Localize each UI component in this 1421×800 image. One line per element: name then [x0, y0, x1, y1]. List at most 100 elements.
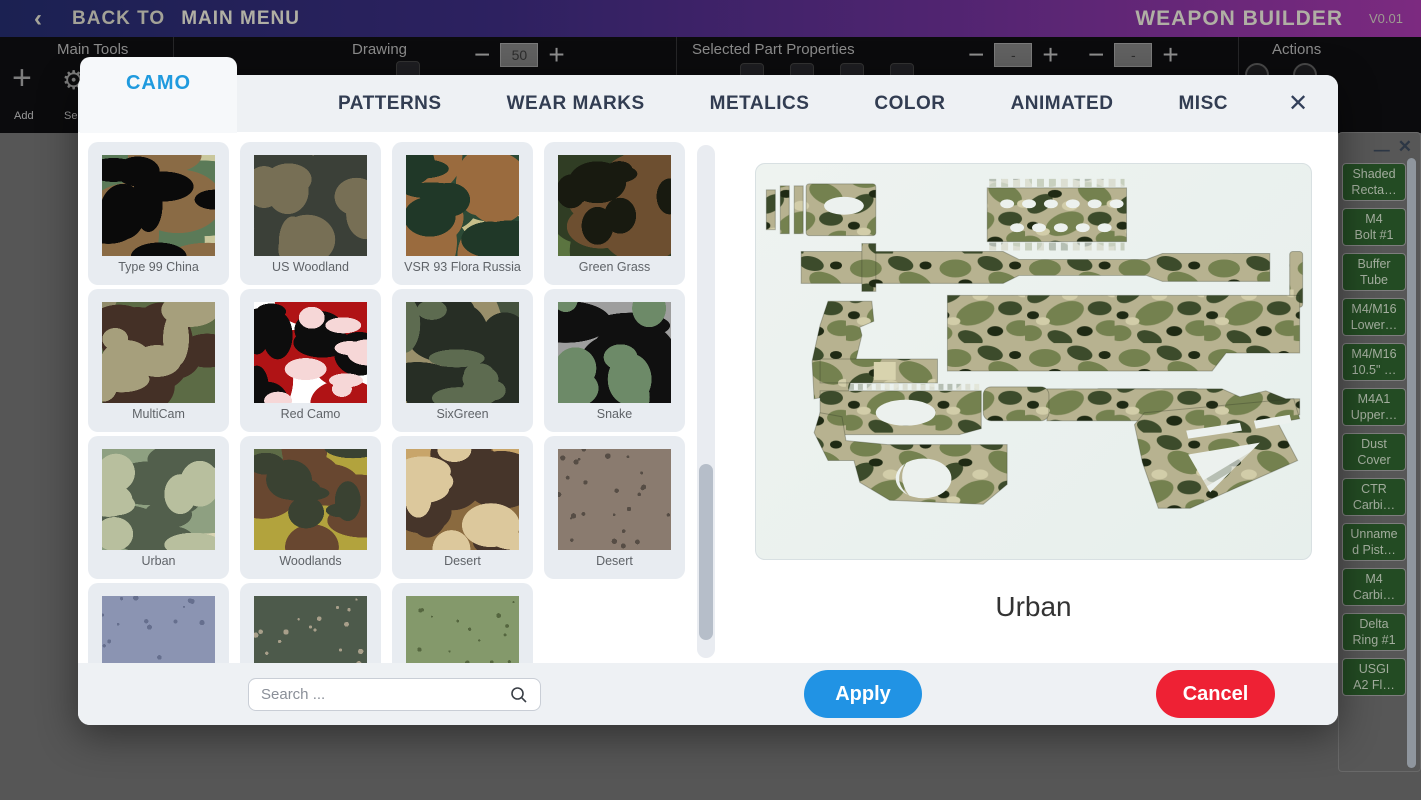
tab-color[interactable]: COLOR — [874, 93, 945, 115]
close-icon[interactable]: ✕ — [1398, 137, 1412, 157]
part-buffer-tube — [947, 295, 1299, 371]
camo-label: SixGreen — [392, 407, 533, 421]
part-button[interactable]: Unname d Pist… — [1342, 523, 1406, 561]
camo-card-unnamed-12[interactable] — [88, 583, 229, 663]
search-icon — [510, 686, 528, 704]
part-button[interactable]: Delta Ring #1 — [1342, 613, 1406, 651]
camo-card-woodlands[interactable]: Woodlands — [240, 436, 381, 579]
app-title: WEAPON BUILDER — [1135, 7, 1343, 31]
tab-wear-marks[interactable]: WEAR MARKS — [507, 93, 645, 115]
camo-card-urban[interactable]: Urban — [88, 436, 229, 579]
parts-panel-titlebar: — ✕ — [1339, 133, 1420, 161]
camo-card-desert[interactable]: Desert — [544, 436, 685, 579]
part-button[interactable]: Buffer Tube — [1342, 253, 1406, 291]
camo-swatch — [406, 449, 519, 550]
part-button[interactable]: USGI A2 Fl… — [1342, 658, 1406, 696]
part-button[interactable]: Shaded Recta… — [1342, 163, 1406, 201]
main-menu-link[interactable]: MAIN MENU — [181, 8, 300, 30]
camo-swatch — [254, 302, 367, 403]
add-tool-icon[interactable]: + — [12, 59, 32, 98]
camo-swatch — [102, 596, 215, 663]
plus-icon[interactable]: + — [1162, 43, 1178, 67]
settings-tool-label: Se — [64, 110, 77, 122]
top-bar: ‹ BACK TO MAIN MENU WEAPON BUILDER V0.01 — [0, 0, 1421, 37]
camo-label: Green Grass — [544, 260, 685, 274]
parts-panel-scrollbar[interactable] — [1407, 158, 1416, 768]
main-tools-label: Main Tools — [57, 41, 128, 58]
camo-swatch — [254, 596, 367, 663]
search-input[interactable] — [261, 686, 510, 703]
back-chevron-icon[interactable]: ‹ — [34, 5, 42, 33]
camo-swatch — [102, 155, 215, 256]
part-property-value-2[interactable]: - — [1114, 43, 1152, 67]
actions-label: Actions — [1272, 41, 1321, 58]
camo-card-green-grass[interactable]: Green Grass — [544, 142, 685, 285]
minus-icon[interactable]: − — [1088, 43, 1104, 67]
add-tool-label: Add — [14, 110, 34, 122]
minimize-icon[interactable]: — — [1374, 146, 1389, 156]
tab-misc[interactable]: MISC — [1178, 93, 1228, 115]
weapon-preview-svg — [756, 164, 1311, 559]
minus-icon[interactable]: − — [968, 43, 984, 67]
camo-label: MultiCam — [88, 407, 229, 421]
minus-icon[interactable]: − — [474, 43, 490, 67]
part-button[interactable]: M4 Carbi… — [1342, 568, 1406, 606]
part-button[interactable]: CTR Carbi… — [1342, 478, 1406, 516]
back-to-label[interactable]: BACK TO — [72, 8, 165, 30]
camo-label: US Woodland — [240, 260, 381, 274]
camo-card-type-99-china[interactable]: Type 99 China — [88, 142, 229, 285]
camo-card-us-woodland[interactable]: US Woodland — [240, 142, 381, 285]
camo-swatch — [406, 596, 519, 663]
tab-camo-active[interactable]: CAMO — [80, 57, 237, 133]
modal-tabs-row: PATTERNS WEAR MARKS METALICS COLOR ANIMATED M… — [78, 75, 1338, 132]
part-property-stepper-2: − - + — [1088, 43, 1179, 67]
camo-grid-scrollbar-thumb[interactable] — [699, 464, 713, 640]
apply-button[interactable]: Apply — [804, 670, 922, 718]
camo-swatch — [558, 302, 671, 403]
camo-picker-modal: CAMO PATTERNSWEAR MARKSMETALICSCOLORANIM… — [78, 75, 1338, 725]
camo-card-multicam[interactable]: MultiCam — [88, 289, 229, 432]
camo-card-sixgreen[interactable]: SixGreen — [392, 289, 533, 432]
search-box — [248, 678, 541, 711]
camo-card-snake[interactable]: Snake — [544, 289, 685, 432]
part-property-stepper-1: − - + — [968, 43, 1059, 67]
camo-card-unnamed-13[interactable] — [240, 583, 381, 663]
camo-grid-viewport: Type 99 China US Woodland VSR 93 Flora Rus… — [88, 142, 696, 663]
camo-card-vsr-93-flora-russia[interactable]: VSR 93 Flora Russia — [392, 142, 533, 285]
weapon-preview — [755, 163, 1312, 560]
cancel-button[interactable]: Cancel — [1156, 670, 1275, 718]
part-button[interactable]: M4A1 Upper… — [1342, 388, 1406, 426]
camo-card-unnamed-14[interactable] — [392, 583, 533, 663]
camo-label: Snake — [544, 407, 685, 421]
drawing-size-stepper: − 50 + — [474, 43, 565, 67]
camo-swatch — [558, 449, 671, 550]
selected-camo-name: Urban — [755, 591, 1312, 623]
modal-close-icon[interactable]: ✕ — [1268, 89, 1328, 118]
part-property-value-1[interactable]: - — [994, 43, 1032, 67]
part-button[interactable]: M4/M16 10.5" … — [1342, 343, 1406, 381]
camo-label: Urban — [88, 554, 229, 568]
part-button[interactable]: M4/M16 Lower… — [1342, 298, 1406, 336]
camo-grid-scrollbar-track[interactable] — [697, 145, 715, 658]
plus-icon[interactable]: + — [1042, 43, 1058, 67]
camo-label: Woodlands — [240, 554, 381, 568]
camo-card-desert[interactable]: Desert — [392, 436, 533, 579]
tab-metalics[interactable]: METALICS — [710, 93, 810, 115]
part-button[interactable]: M4 Bolt #1 — [1342, 208, 1406, 246]
drawing-size-value[interactable]: 50 — [500, 43, 538, 67]
camo-label: Desert — [392, 554, 533, 568]
app-version: V0.01 — [1369, 11, 1403, 26]
part-muzzle-brake — [766, 184, 875, 236]
camo-label: Red Camo — [240, 407, 381, 421]
camo-swatch — [406, 302, 519, 403]
part-handguard — [987, 183, 1126, 247]
tab-animated[interactable]: ANIMATED — [1011, 93, 1114, 115]
tab-patterns[interactable]: PATTERNS — [338, 93, 442, 115]
part-button[interactable]: Dust Cover — [1342, 433, 1406, 471]
camo-card-red-camo[interactable]: Red Camo — [240, 289, 381, 432]
selected-part-properties-label: Selected Part Properties — [692, 41, 855, 58]
camo-label: Desert — [544, 554, 685, 568]
camo-swatch — [406, 155, 519, 256]
plus-icon[interactable]: + — [548, 43, 564, 67]
part-barrel — [801, 244, 1270, 292]
